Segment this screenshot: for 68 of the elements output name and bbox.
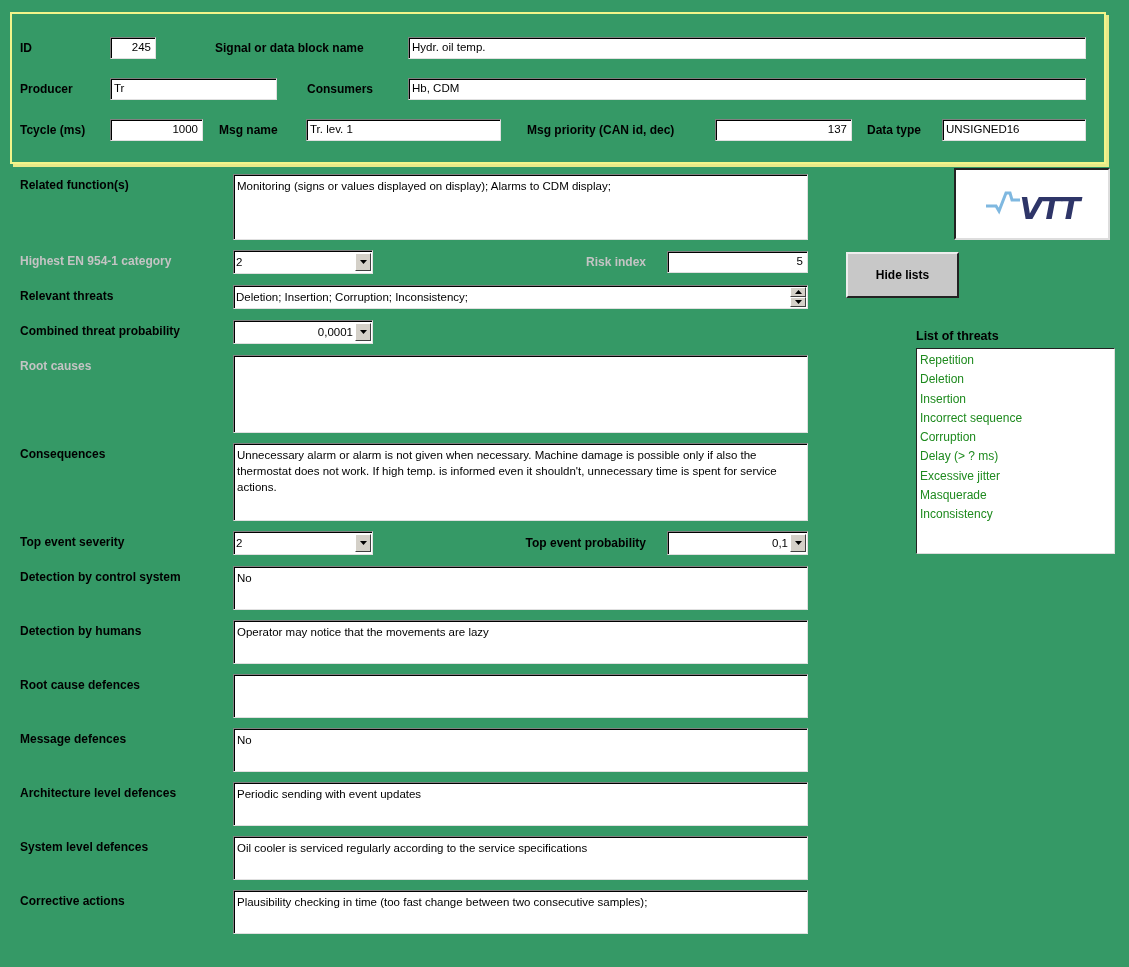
field-label: Msg priority (CAN id, dec) [527, 123, 676, 137]
list-item[interactable]: Repetition [920, 351, 1111, 371]
input-field[interactable]: Hb, CDM [408, 78, 1086, 100]
field-label: Relevant threats [20, 288, 115, 303]
list-item[interactable]: Incorrect sequence [920, 408, 1111, 429]
logo-text: VTT [1019, 190, 1079, 226]
input-field[interactable]: 1000 [110, 119, 203, 141]
text-area[interactable]: No [233, 566, 808, 610]
list-item[interactable]: Excessive jitter [920, 466, 1111, 487]
field-label: Related function(s) [20, 177, 130, 192]
field-label: Detection by control system [20, 569, 182, 584]
list-item[interactable]: Corruption [920, 428, 1111, 448]
dropdown-field[interactable]: 0,0001 [233, 320, 373, 344]
field-label: Risk index [584, 255, 647, 269]
field-label: Root cause defences [20, 677, 142, 692]
input-field[interactable]: Hydr. oil temp. [408, 37, 1086, 59]
field-label: Message defences [20, 731, 128, 746]
text-area[interactable]: Unnecessary alarm or alarm is not given when necessary. Machine damage is possible only if also the thermostat does not work. If high temp. is informed even it shouldn't, unnecessary time is spent for service actions. [233, 443, 808, 521]
list-item[interactable]: Masquerade [920, 486, 1111, 506]
input-field[interactable]: UNSIGNED16 [942, 119, 1086, 141]
input-field[interactable]: 137 [715, 119, 852, 141]
field-label: Detection by humans [20, 623, 143, 638]
down-caret-icon [359, 260, 367, 264]
field-label: Corrective actions [20, 893, 126, 908]
list-item[interactable]: Inconsistency [920, 505, 1111, 525]
list-item[interactable]: Deletion [920, 370, 1111, 390]
text-area[interactable]: Monitoring (signs or values displayed on display); Alarms to CDM display; [233, 174, 808, 240]
dropdown-arrow-button[interactable] [790, 534, 806, 552]
field-label: Top event probability [524, 536, 647, 550]
field-label: Architecture level defences [20, 785, 178, 800]
dropdown-arrow-button[interactable] [355, 534, 371, 552]
input-field[interactable]: 245 [110, 37, 156, 59]
field-label: Signal or data block name [215, 41, 365, 55]
down-caret-icon [794, 541, 802, 545]
text-area[interactable]: No [233, 728, 808, 772]
field-label: Combined threat probability [20, 323, 181, 338]
input-field[interactable]: Tr. lev. 1 [306, 119, 501, 141]
down-caret-icon [359, 330, 367, 334]
list-item[interactable]: Delay (> ? ms) [920, 447, 1111, 467]
field-label: Data type [867, 123, 923, 137]
list-field[interactable]: Deletion; Insertion; Corruption; Inconsistency; [233, 285, 808, 309]
list-title: List of threats [916, 329, 1000, 343]
input-field[interactable]: Tr [110, 78, 277, 100]
list-item[interactable]: Insertion [920, 389, 1111, 409]
text-area[interactable]: Periodic sending with event updates [233, 782, 808, 826]
field-label: Producer [20, 82, 74, 96]
field-label: Root causes [20, 358, 93, 373]
dropdown-arrow-button[interactable] [355, 253, 371, 271]
field-label: Msg name [219, 123, 279, 137]
text-area[interactable]: Operator may notice that the movements are lazy [233, 620, 808, 664]
text-area[interactable] [233, 674, 808, 718]
field-label: Tcycle (ms) [20, 123, 87, 137]
dropdown-arrow-button[interactable] [355, 323, 371, 341]
hide-lists-button[interactable]: Hide lists [846, 252, 959, 298]
text-area[interactable]: Plausibility checking in time (too fast change between two consecutive samples); [233, 890, 808, 934]
down-caret-icon [359, 541, 367, 545]
field-label: Top event severity [20, 534, 126, 549]
up-caret-icon [794, 290, 802, 294]
spin-buttons[interactable] [790, 287, 806, 307]
text-area[interactable]: Oil cooler is serviced regularly according to the service specifications [233, 836, 808, 880]
down-caret-icon [794, 300, 802, 304]
field-label: Consumers [307, 82, 375, 96]
field-label: System level defences [20, 839, 150, 854]
field-label: Highest EN 954-1 category [20, 253, 173, 268]
dropdown-field[interactable]: 0,1 [667, 531, 808, 555]
dropdown-field[interactable]: 2 [233, 531, 373, 555]
field-label: ID [20, 41, 33, 55]
field-label: Consequences [20, 446, 107, 461]
